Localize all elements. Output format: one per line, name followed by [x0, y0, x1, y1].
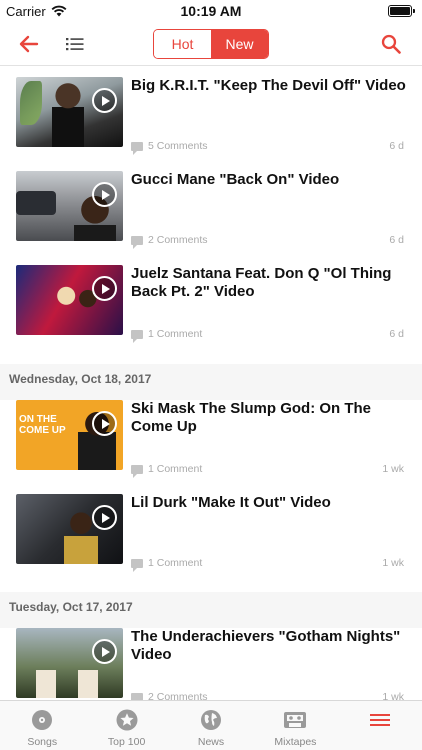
comment-count: 2 Comments	[148, 691, 208, 700]
menu-icon	[368, 708, 392, 732]
list-item[interactable]: Gucci Mane "Back On" Video 2 Comments 6 …	[0, 161, 422, 249]
play-icon	[92, 182, 117, 207]
tab-label: Top 100	[107, 736, 146, 748]
comment-icon	[131, 558, 143, 572]
comment-icon	[131, 464, 143, 478]
item-meta: 5 Comments 6 d	[131, 139, 404, 155]
item-meta: 1 Comment 6 d	[131, 327, 404, 343]
tab-top-100[interactable]: Top 100	[84, 701, 168, 750]
carrier-info: Carrier	[6, 4, 67, 19]
cassette-icon	[283, 708, 307, 732]
video-title: The Underachievers "Gotham Nights" Video	[131, 628, 401, 663]
item-meta: 2 Comments 6 d	[131, 233, 404, 249]
post-age: 6 d	[389, 328, 404, 340]
comment-icon	[131, 329, 143, 343]
tab-bar: Songs Top 100 News Mixtapes	[0, 700, 422, 750]
post-age: 6 d	[389, 234, 404, 246]
item-meta: 1 Comment 1 wk	[131, 556, 404, 572]
comment-count: 2 Comments	[148, 234, 208, 246]
segment-hot[interactable]: Hot	[154, 30, 211, 58]
disc-icon	[30, 708, 54, 732]
item-meta: 1 Comment 1 wk	[131, 462, 404, 478]
video-title: Juelz Santana Feat. Don Q "Ol Thing Back…	[131, 265, 392, 300]
play-icon	[92, 639, 117, 664]
play-icon	[92, 411, 117, 436]
video-thumbnail	[16, 494, 123, 564]
thumbnail-art	[20, 81, 42, 125]
thumbnail-caption: ON THE COME UP	[19, 414, 66, 436]
tab-menu[interactable]	[338, 701, 422, 750]
navigation-bar: Hot New	[0, 22, 422, 66]
list-view-button[interactable]	[58, 22, 92, 66]
comment-icon	[131, 141, 143, 155]
play-icon	[92, 276, 117, 301]
search-button[interactable]	[374, 22, 408, 66]
list-item[interactable]: The Underachievers "Gotham Nights" Video…	[0, 618, 422, 700]
status-bar: Carrier 10:19 AM	[0, 0, 422, 22]
wifi-icon	[51, 5, 67, 17]
tab-mixtapes[interactable]: Mixtapes	[253, 701, 337, 750]
hot-new-segmented-control: Hot New	[153, 29, 269, 59]
list-item[interactable]: ON THE COME UP Ski Mask The Slump God: O…	[0, 390, 422, 478]
carrier-label: Carrier	[6, 3, 46, 19]
comment-count: 1 Comment	[148, 328, 203, 340]
post-age: 1 wk	[382, 557, 404, 569]
list-item[interactable]: Lil Durk "Make It Out" Video 1 Comment 1…	[0, 484, 422, 572]
list-item[interactable]: Juelz Santana Feat. Don Q "Ol Thing Back…	[0, 255, 422, 343]
comment-count: 5 Comments	[148, 140, 208, 152]
video-thumbnail: ON THE COME UP	[16, 400, 123, 470]
comment-icon	[131, 692, 143, 700]
video-feed[interactable]: Big K.R.I.T. "Keep The Devil Off" Video …	[0, 67, 422, 700]
battery-icon	[388, 5, 415, 17]
thumbnail-art	[46, 83, 90, 147]
video-title: Ski Mask The Slump God: On The Come Up	[131, 400, 372, 435]
comment-count: 1 Comment	[148, 463, 203, 475]
video-thumbnail	[16, 171, 123, 241]
play-icon	[92, 88, 117, 113]
video-thumbnail	[16, 628, 123, 698]
comment-count: 1 Comment	[148, 557, 203, 569]
tab-label: Mixtapes	[274, 736, 317, 748]
video-title: Lil Durk "Make It Out" Video	[131, 494, 331, 511]
comment-icon	[131, 235, 143, 249]
video-thumbnail	[16, 77, 123, 147]
search-icon	[381, 34, 401, 54]
video-thumbnail	[16, 265, 123, 335]
item-meta: 2 Comments 1 wk	[131, 690, 404, 700]
tab-label: Songs	[27, 736, 58, 748]
globe-icon	[199, 708, 223, 732]
video-title: Big K.R.I.T. "Keep The Devil Off" Video	[131, 77, 406, 94]
play-icon	[92, 505, 117, 530]
tab-news[interactable]: News	[169, 701, 253, 750]
post-age: 6 d	[389, 140, 404, 152]
thumbnail-art	[16, 191, 56, 215]
segment-new[interactable]: New	[211, 30, 268, 58]
video-title: Gucci Mane "Back On" Video	[131, 171, 340, 188]
post-age: 1 wk	[382, 691, 404, 700]
post-age: 1 wk	[382, 463, 404, 475]
thumbnail-art	[34, 662, 104, 698]
battery-level	[390, 7, 410, 15]
tab-songs[interactable]: Songs	[0, 701, 84, 750]
list-item[interactable]: Big K.R.I.T. "Keep The Devil Off" Video …	[0, 67, 422, 155]
back-arrow-icon	[19, 35, 39, 53]
back-button[interactable]	[12, 22, 46, 66]
star-icon	[115, 708, 139, 732]
tab-label: News	[197, 736, 225, 748]
list-icon	[66, 38, 84, 51]
